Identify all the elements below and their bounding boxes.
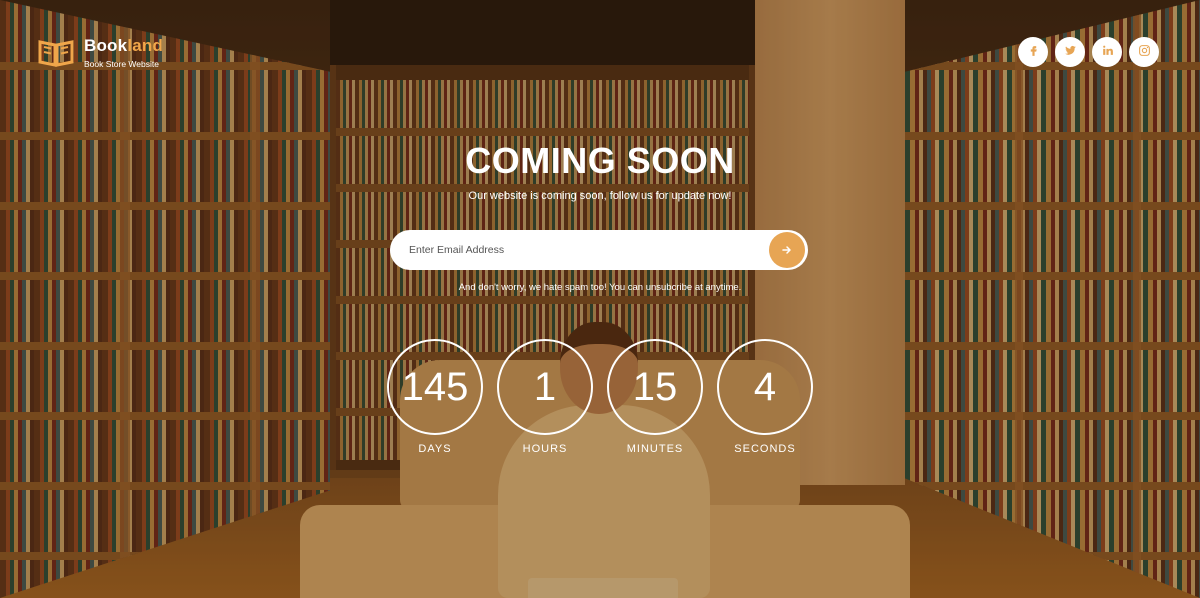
seconds-label: SECONDS [734,443,796,455]
countdown-timer: 145 DAYS 1 HOURS 15 MINUTES 4 SECONDS [386,339,814,455]
spam-note: And don't worry, we hate spam too! You c… [458,282,742,293]
facebook-button[interactable] [1018,37,1048,67]
social-links [1018,37,1159,67]
brand-name: Bookland [84,36,163,56]
minutes-label: MINUTES [626,443,684,455]
seconds-value: 4 [717,339,813,435]
countdown-minutes: 15 MINUTES [606,339,704,455]
open-book-icon [36,38,76,68]
instagram-icon [1138,44,1151,60]
brand-tagline: Book Store Website [84,59,159,69]
instagram-button[interactable] [1129,37,1159,67]
brand-name-accent: land [127,36,164,55]
email-input[interactable] [409,244,769,256]
countdown-days: 145 DAYS [386,339,484,455]
days-value: 145 [387,339,483,435]
days-label: DAYS [418,443,452,455]
brand-name-main: Book [84,36,128,55]
facebook-icon [1027,44,1040,60]
page-subtitle: Our website is coming soon, follow us fo… [468,190,732,202]
brand-logo[interactable]: Bookland Book Store Website [36,36,163,69]
dark-overlay [0,0,1200,598]
subscribe-submit-button[interactable] [769,232,805,268]
hours-label: HOURS [522,443,568,455]
linkedin-button[interactable] [1092,37,1122,67]
background-library-image [0,0,1200,598]
twitter-button[interactable] [1055,37,1085,67]
arrow-right-icon [782,243,792,258]
linkedin-icon [1101,44,1114,60]
countdown-seconds: 4 SECONDS [716,339,814,455]
subscribe-form [390,230,808,270]
page-title: COMING SOON [465,140,735,181]
hours-value: 1 [497,339,593,435]
twitter-icon [1064,44,1077,60]
countdown-hours: 1 HOURS [496,339,594,455]
minutes-value: 15 [607,339,703,435]
